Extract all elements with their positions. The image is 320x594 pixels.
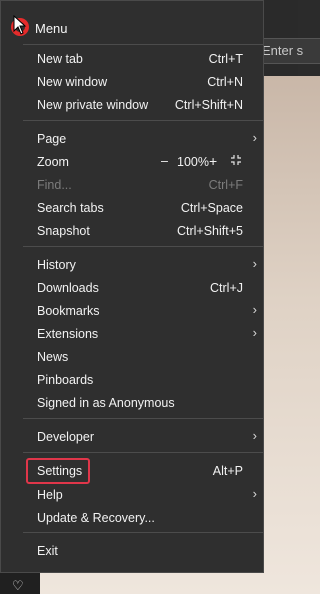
menu-item-find[interactable]: Find... Ctrl+F [1,174,263,196]
menu-separator [23,532,263,533]
chevron-right-icon: › [252,486,257,501]
menu-item-extensions[interactable]: Extensions › [1,323,263,345]
menu-item-help[interactable]: Help › [1,484,263,506]
menu-item-search-tabs[interactable]: Search tabs Ctrl+Space [1,197,263,219]
zoom-out-button[interactable]: – [161,154,168,168]
menu-item-new-private-window[interactable]: New private window Ctrl+Shift+N [1,94,263,116]
menu-separator [23,452,263,453]
main-menu: Menu New tab Ctrl+T New window Ctrl+N Ne… [0,0,264,573]
menu-item-snapshot[interactable]: Snapshot Ctrl+Shift+5 [1,220,263,242]
heart-icon[interactable]: ♡ [12,578,24,594]
mouse-cursor-icon [13,15,27,35]
menu-title: Menu [35,21,68,36]
address-bar[interactable]: Enter s [258,38,320,64]
chevron-right-icon: › [252,428,257,443]
chevron-right-icon: › [252,325,257,340]
menu-item-history[interactable]: History › [1,254,263,276]
menu-item-news[interactable]: News [1,346,263,368]
menu-item-new-tab[interactable]: New tab Ctrl+T [1,48,263,70]
menu-item-update-recovery[interactable]: Update & Recovery... [1,507,263,529]
settings-highlight-box [26,458,90,484]
menu-item-downloads[interactable]: Downloads Ctrl+J [1,277,263,299]
menu-separator [23,120,263,121]
menu-item-pinboards[interactable]: Pinboards [1,369,263,391]
menu-separator [23,44,263,45]
zoom-in-button[interactable]: + [209,153,217,169]
menu-separator [23,246,263,247]
chevron-right-icon: › [252,256,257,271]
chevron-right-icon: › [252,302,257,317]
menu-item-developer[interactable]: Developer › [1,426,263,448]
zoom-level: 100% [177,155,209,169]
menu-separator [23,418,263,419]
menu-item-new-window[interactable]: New window Ctrl+N [1,71,263,93]
menu-header: Menu [1,9,263,39]
menu-item-bookmarks[interactable]: Bookmarks › [1,300,263,322]
chevron-right-icon: › [252,130,257,145]
menu-item-zoom: Zoom – 100% + [1,151,263,173]
menu-item-signed-in[interactable]: Signed in as Anonymous [1,392,263,414]
menu-item-page[interactable]: Page › [1,128,263,150]
menu-item-exit[interactable]: Exit [1,540,263,562]
fullscreen-icon[interactable] [230,154,242,166]
